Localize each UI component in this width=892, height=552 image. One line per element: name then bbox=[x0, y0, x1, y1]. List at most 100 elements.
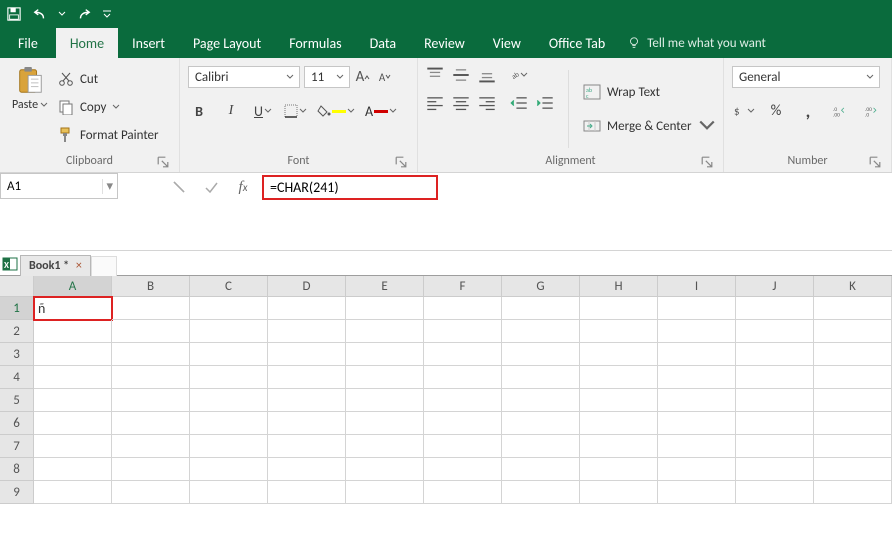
merge-center-button[interactable]: Merge & Center bbox=[583, 114, 706, 138]
cell[interactable] bbox=[190, 366, 268, 389]
column-header[interactable]: D bbox=[268, 276, 346, 297]
increase-font-size-button[interactable]: A bbox=[354, 66, 372, 88]
column-header[interactable]: C bbox=[190, 276, 268, 297]
cell[interactable] bbox=[502, 366, 580, 389]
cell[interactable] bbox=[814, 343, 892, 366]
cell[interactable] bbox=[112, 458, 190, 481]
cell[interactable] bbox=[658, 481, 736, 504]
cell[interactable] bbox=[658, 343, 736, 366]
cell[interactable] bbox=[268, 435, 346, 458]
cell[interactable] bbox=[658, 389, 736, 412]
column-header[interactable]: J bbox=[736, 276, 814, 297]
cell[interactable] bbox=[502, 297, 580, 320]
cell[interactable] bbox=[346, 320, 424, 343]
row-header[interactable]: 7 bbox=[0, 435, 34, 458]
cell[interactable] bbox=[814, 366, 892, 389]
cell[interactable] bbox=[424, 458, 502, 481]
workbook-tab[interactable]: Book1 * × bbox=[20, 255, 91, 276]
cell[interactable] bbox=[658, 320, 736, 343]
copy-button[interactable]: Copy bbox=[58, 95, 159, 119]
column-header[interactable]: G bbox=[502, 276, 580, 297]
align-center-button[interactable] bbox=[452, 94, 470, 112]
cell[interactable] bbox=[268, 412, 346, 435]
align-middle-button[interactable] bbox=[452, 66, 470, 84]
row-header[interactable]: 8 bbox=[0, 458, 34, 481]
cell[interactable] bbox=[346, 297, 424, 320]
cell[interactable] bbox=[34, 343, 112, 366]
cell[interactable] bbox=[736, 343, 814, 366]
cell[interactable] bbox=[580, 412, 658, 435]
cell[interactable] bbox=[658, 366, 736, 389]
cell[interactable] bbox=[112, 297, 190, 320]
format-painter-button[interactable]: Format Painter bbox=[58, 123, 159, 147]
cell[interactable] bbox=[580, 297, 658, 320]
tab-view[interactable]: View bbox=[479, 28, 535, 58]
cell[interactable] bbox=[112, 412, 190, 435]
font-name-combo[interactable]: Calibri bbox=[188, 66, 300, 88]
paste-button[interactable]: Paste bbox=[8, 62, 52, 152]
cell[interactable] bbox=[190, 412, 268, 435]
percent-format-button[interactable]: % bbox=[765, 100, 787, 122]
cell[interactable] bbox=[814, 458, 892, 481]
cell[interactable] bbox=[346, 412, 424, 435]
tab-page-layout[interactable]: Page Layout bbox=[179, 28, 275, 58]
cell[interactable] bbox=[34, 458, 112, 481]
orientation-button[interactable]: ab bbox=[510, 66, 528, 84]
insert-function-button[interactable]: fx bbox=[228, 176, 258, 198]
increase-decimal-button[interactable]: .0.00 bbox=[829, 100, 851, 122]
cell[interactable] bbox=[580, 458, 658, 481]
tab-data[interactable]: Data bbox=[356, 28, 410, 58]
tell-me[interactable]: Tell me what you want bbox=[627, 28, 766, 58]
enter-formula-button[interactable] bbox=[196, 176, 226, 198]
column-header[interactable]: K bbox=[814, 276, 892, 297]
cell[interactable] bbox=[346, 389, 424, 412]
cell[interactable] bbox=[190, 320, 268, 343]
cell[interactable] bbox=[190, 297, 268, 320]
align-bottom-button[interactable] bbox=[478, 66, 496, 84]
cell[interactable] bbox=[190, 481, 268, 504]
qat-customize-icon[interactable] bbox=[102, 6, 112, 22]
cut-button[interactable]: Cut bbox=[58, 67, 159, 91]
cancel-formula-button[interactable] bbox=[164, 176, 194, 198]
dialog-launcher-icon[interactable] bbox=[701, 156, 713, 168]
cell[interactable] bbox=[736, 458, 814, 481]
cell[interactable] bbox=[658, 297, 736, 320]
cell[interactable] bbox=[268, 366, 346, 389]
cell[interactable] bbox=[112, 343, 190, 366]
cell[interactable] bbox=[424, 297, 502, 320]
cell[interactable] bbox=[346, 481, 424, 504]
cell[interactable] bbox=[268, 481, 346, 504]
underline-button[interactable]: U bbox=[252, 100, 274, 122]
new-workbook-tab[interactable] bbox=[91, 256, 117, 276]
cell[interactable] bbox=[424, 343, 502, 366]
name-box[interactable]: ▾ bbox=[0, 173, 118, 199]
cell[interactable] bbox=[814, 297, 892, 320]
number-format-combo[interactable]: General bbox=[732, 66, 880, 88]
cell[interactable] bbox=[268, 320, 346, 343]
cell[interactable] bbox=[580, 320, 658, 343]
dialog-launcher-icon[interactable] bbox=[869, 156, 881, 168]
cell[interactable] bbox=[34, 481, 112, 504]
accounting-format-button[interactable]: $ bbox=[732, 100, 755, 122]
decrease-decimal-button[interactable]: .00.0 bbox=[861, 100, 883, 122]
column-header[interactable]: A bbox=[34, 276, 112, 297]
cell[interactable] bbox=[112, 366, 190, 389]
borders-button[interactable] bbox=[284, 100, 307, 122]
tab-office-tab[interactable]: Office Tab bbox=[535, 28, 619, 58]
cell[interactable] bbox=[814, 435, 892, 458]
tab-insert[interactable]: Insert bbox=[118, 28, 179, 58]
dialog-launcher-icon[interactable] bbox=[395, 156, 407, 168]
name-box-input[interactable] bbox=[1, 179, 102, 194]
decrease-font-size-button[interactable]: A bbox=[376, 66, 394, 88]
font-color-button[interactable]: A bbox=[365, 100, 397, 122]
align-right-button[interactable] bbox=[478, 94, 496, 112]
cell[interactable] bbox=[424, 412, 502, 435]
cell[interactable] bbox=[736, 389, 814, 412]
cell[interactable] bbox=[814, 389, 892, 412]
cell[interactable] bbox=[736, 481, 814, 504]
cell[interactable] bbox=[424, 366, 502, 389]
column-header[interactable]: I bbox=[658, 276, 736, 297]
dialog-launcher-icon[interactable] bbox=[157, 156, 169, 168]
row-header[interactable]: 2 bbox=[0, 320, 34, 343]
formula-input[interactable] bbox=[270, 179, 430, 196]
